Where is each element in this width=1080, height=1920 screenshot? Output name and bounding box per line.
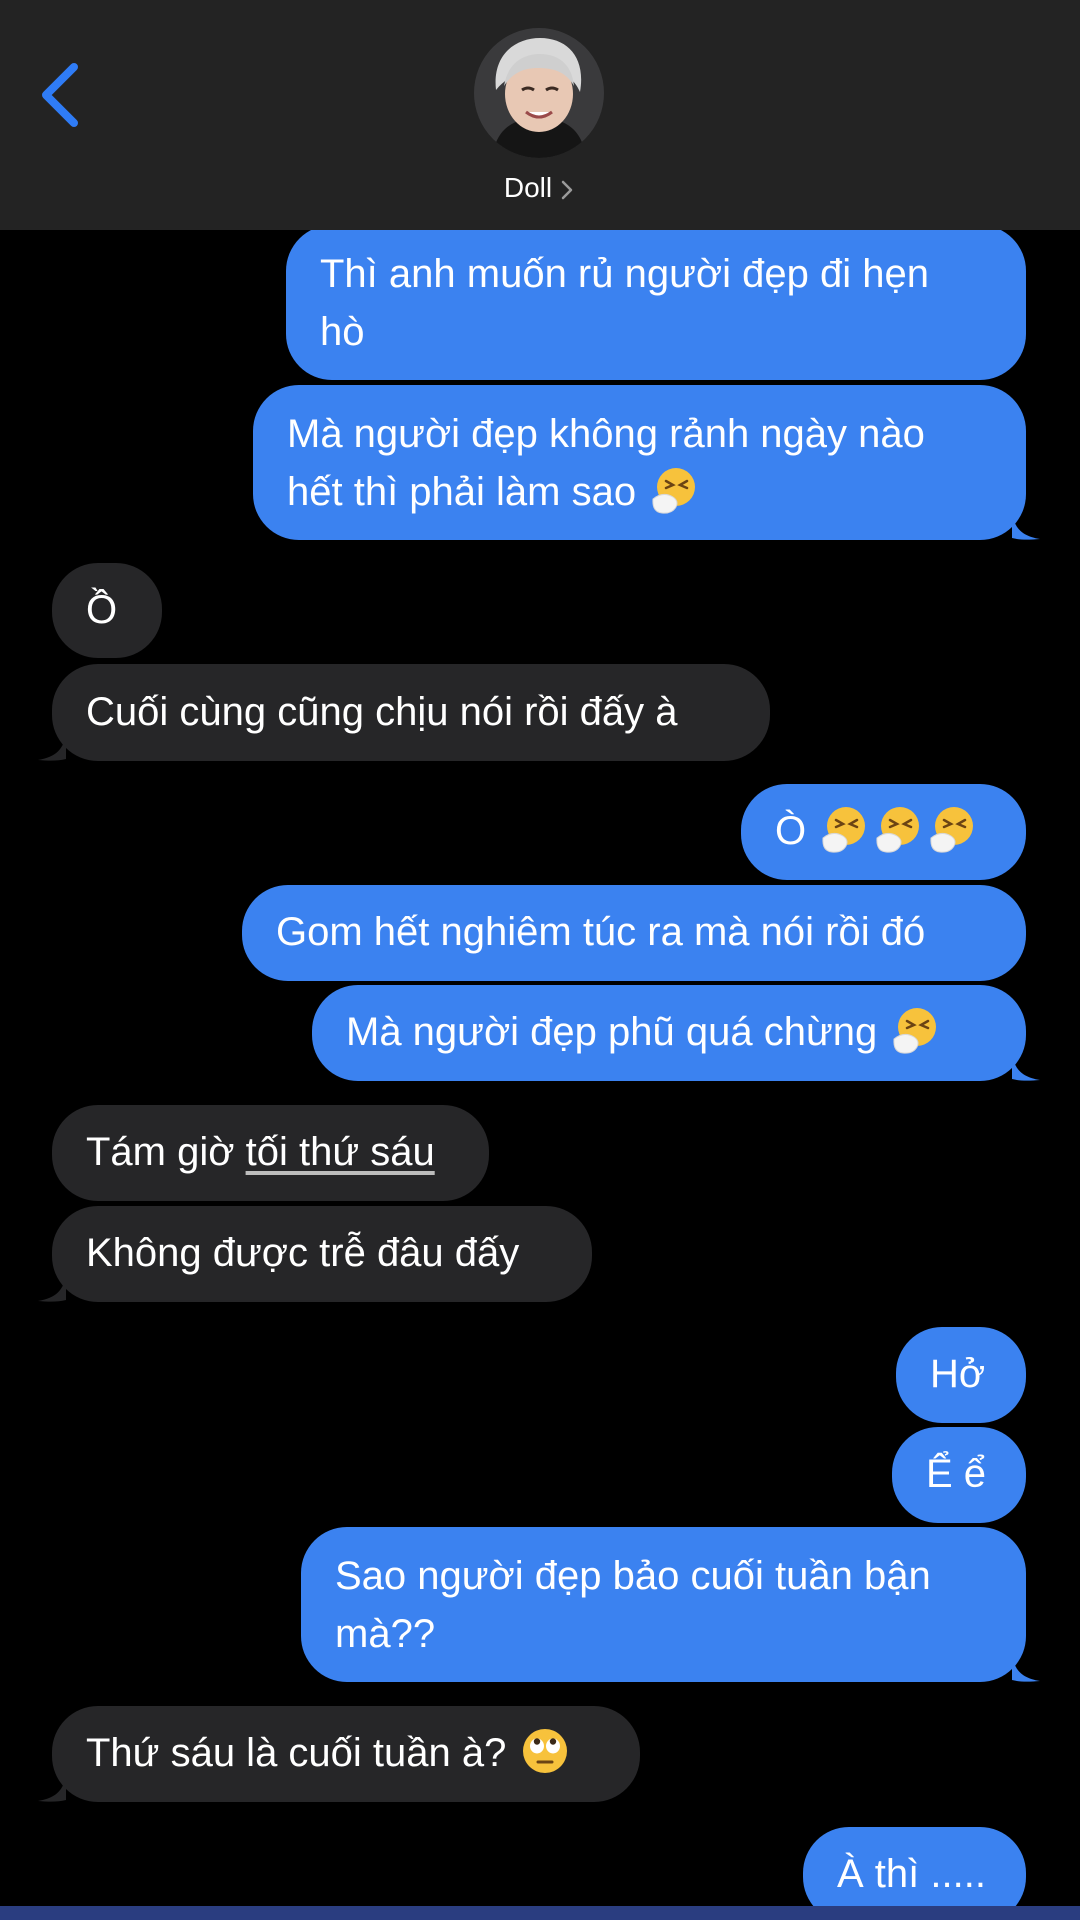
contact-name: Doll	[503, 172, 553, 203]
contact-name-row[interactable]: Doll	[0, 168, 1080, 208]
message-bubble-outgoing[interactable]: Ể ể	[892, 1427, 1026, 1523]
bubble-tail	[38, 1774, 66, 1802]
bubble-tail	[1012, 1053, 1040, 1081]
message-bubble-incoming[interactable]: Không được trễ đâu đấy	[52, 1206, 592, 1302]
bottom-edge	[0, 1906, 1080, 1920]
message-text: Ồ	[86, 588, 118, 632]
message-bubble-outgoing[interactable]: Sao người đẹp bảo cuối tuần bận mà??	[301, 1527, 1026, 1682]
message-bubble-outgoing[interactable]: Ò	[741, 784, 1026, 880]
contact-avatar[interactable]	[474, 28, 604, 158]
bubble-tail	[38, 1274, 66, 1302]
message-bubble-outgoing[interactable]: Mà người đẹp phũ quá chừng	[312, 985, 1026, 1081]
message-bubble-outgoing[interactable]: Thì anh muốn rủ người đẹp đi hẹn hò	[286, 225, 1026, 380]
message-bubble-outgoing[interactable]: Mà người đẹp không rảnh ngày nào hết thì…	[253, 385, 1026, 540]
message-bubble-incoming[interactable]: Thứ sáu là cuối tuần à?	[52, 1706, 640, 1802]
message-text: Mà người đẹp không rảnh ngày nào	[287, 412, 925, 456]
chat-screen: Doll Thì anh muốn rủ người đẹp đi hẹn hò…	[0, 0, 1080, 1920]
chevron-right-icon	[561, 180, 573, 199]
sneezing-face-emoji	[819, 804, 869, 854]
message-bubble-outgoing[interactable]: Hở	[896, 1327, 1026, 1423]
message-bubble-incoming[interactable]: Ồ	[52, 563, 162, 658]
sneezing-face-emoji	[649, 465, 699, 515]
message-text: Thì anh muốn rủ người đẹp đi hẹn	[320, 252, 929, 296]
message-text: Thứ sáu là cuối tuần à?	[86, 1731, 507, 1775]
message-bubble-incoming[interactable]: Tám giờ tối thứ sáu	[52, 1105, 489, 1201]
message-text: Gom hết nghiêm túc ra mà nói rồi đó	[276, 910, 926, 954]
message-text: Mà người đẹp phũ quá chừng	[346, 1010, 878, 1054]
bubble-tail	[38, 733, 66, 761]
sneezing-face-emoji	[873, 804, 923, 854]
message-text: Sao người đẹp bảo cuối tuần bận	[335, 1554, 931, 1598]
sneezing-face-emoji	[927, 804, 977, 854]
message-bubble-outgoing[interactable]: Gom hết nghiêm túc ra mà nói rồi đó	[242, 885, 1026, 981]
message-text: mà??	[335, 1612, 436, 1656]
bubble-tail	[1012, 1654, 1040, 1682]
chevron-left-icon	[42, 63, 78, 127]
message-text: hò	[320, 310, 365, 354]
message-text: À thì .....	[837, 1852, 986, 1896]
message-text: hết thì phải làm sao	[287, 470, 637, 514]
avatar-photo	[474, 28, 604, 158]
message-text: Hở	[930, 1352, 986, 1396]
date-link[interactable]: tối thứ sáu	[246, 1130, 435, 1174]
message-text: Cuối cùng cũng chịu nói rồi đấy à	[86, 690, 678, 734]
message-bubble-incoming[interactable]: Cuối cùng cũng chịu nói rồi đấy à	[52, 664, 770, 761]
bubble-tail	[1012, 512, 1040, 540]
message-text: Ể ể	[926, 1452, 987, 1496]
back-button[interactable]	[30, 55, 90, 135]
rolling-eyes-emoji	[520, 1726, 570, 1776]
conversation-header: Doll	[0, 0, 1080, 230]
message-text: Ò	[775, 809, 807, 853]
sneezing-face-emoji	[890, 1005, 940, 1055]
message-text: Tám giờ	[86, 1130, 246, 1174]
message-text: Không được trễ đâu đấy	[86, 1231, 520, 1275]
